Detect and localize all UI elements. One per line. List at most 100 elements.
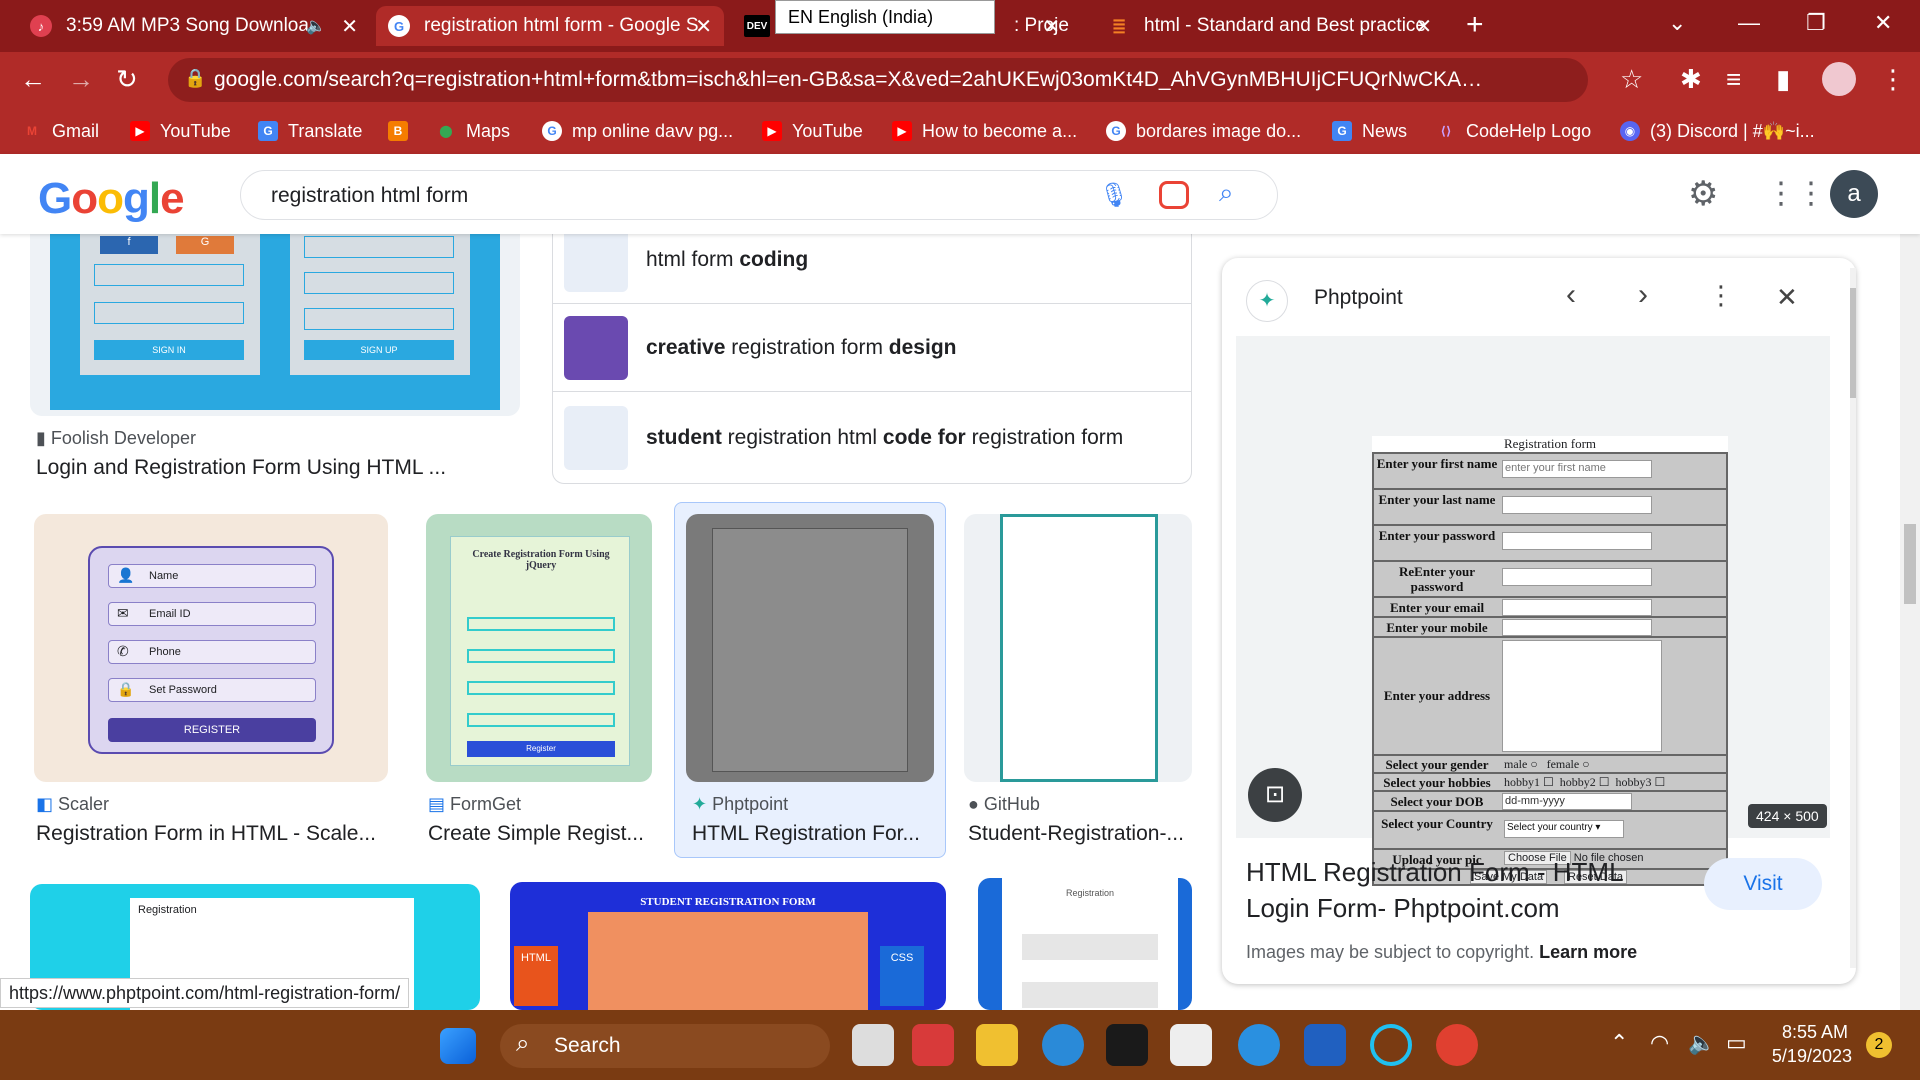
tab-search-icon[interactable]: ⌄ (1668, 10, 1686, 36)
extensions-icon[interactable]: ✱ (1680, 64, 1702, 95)
tab-mp3[interactable]: ♪ 3:59 AM MP3 Song Downloa 🔈 ✕ (18, 6, 370, 46)
result-formget[interactable]: Create Registration Form Using jQuery Re… (426, 514, 652, 782)
google-header: Google registration html form 🎙 ⌕ ⚙ ⋮⋮ a (0, 154, 1920, 234)
task-view-icon[interactable] (852, 1024, 894, 1066)
result-scaler[interactable]: 👤 Name ✉ Email ID ✆ Phone 🔒 Set Password REG… (34, 514, 388, 782)
google-logo[interactable]: Google (38, 174, 185, 224)
taskbar-search[interactable]: ⌕ Search (500, 1024, 830, 1068)
mic-icon[interactable]: 🎙 (1099, 181, 1129, 210)
bookmark-star-icon[interactable]: ☆ (1620, 64, 1643, 95)
learn-more-link[interactable]: Learn more (1539, 942, 1637, 962)
lens-icon[interactable]: ⊡ (1248, 768, 1302, 822)
result-card-registration-2[interactable]: Registration (978, 878, 1192, 1010)
bookmark-news[interactable]: G News (1332, 108, 1407, 154)
bookmark-translate[interactable]: G Translate (258, 108, 362, 154)
stackoverflow-icon: ≣ (1111, 15, 1127, 36)
tab-stackoverflow[interactable]: ≣ html - Standard and Best practice ✕ (1096, 6, 1444, 46)
clock-date[interactable]: 5/19/2023 (1768, 1046, 1852, 1067)
windows-start-icon[interactable] (440, 1028, 476, 1064)
battery-icon[interactable]: ▭ (1726, 1030, 1747, 1056)
speaker-icon[interactable]: 🔈 (306, 16, 326, 36)
account-avatar[interactable]: a (1830, 170, 1878, 218)
suggestion-student-registration[interactable]: student registration html code for regis… (552, 394, 1192, 482)
bookmark-discord[interactable]: ◉ (3) Discord | #🙌~i... (1620, 108, 1815, 154)
result-phptpoint[interactable] (686, 514, 934, 782)
close-icon[interactable]: ✕ (1043, 14, 1060, 39)
close-window-icon[interactable]: ✕ (1874, 10, 1892, 36)
suggestion-text: student (646, 426, 722, 449)
bookmark-youtube-2[interactable]: ▶ YouTube (762, 108, 863, 154)
thumbnail (1000, 514, 1158, 782)
bookmark-bordares[interactable]: Gbordares image do... (1106, 108, 1301, 154)
result-title[interactable]: HTML Registration For... (692, 822, 932, 846)
result-card-student[interactable]: STUDENT REGISTRATION FORM HTML CSS (510, 882, 946, 1010)
chrome-icon[interactable] (1436, 1024, 1478, 1066)
panel-source[interactable]: Phptpoint (1314, 286, 1403, 310)
page-scrollbar[interactable] (1900, 160, 1920, 1010)
settings-gear-icon[interactable]: ⚙ (1688, 174, 1718, 214)
restore-icon[interactable]: ❐ (1806, 10, 1826, 36)
file-explorer-icon[interactable] (976, 1024, 1018, 1066)
address-bar[interactable]: 🔒 google.com/search?q=registration+html+… (168, 58, 1588, 102)
search-input[interactable]: registration html form 🎙 ⌕ (240, 170, 1278, 220)
clock-time[interactable]: 8:55 AM (1778, 1022, 1848, 1043)
facebook-button: f (100, 236, 158, 254)
next-icon[interactable]: › (1638, 278, 1648, 312)
thumbnail: 👤 Name ✉ Email ID ✆ Phone 🔒 Set Password REG… (88, 546, 334, 754)
close-icon[interactable]: ✕ (341, 14, 358, 39)
apps-grid-icon[interactable]: ⋮⋮ (1766, 176, 1826, 211)
close-icon[interactable]: ✕ (1415, 14, 1432, 39)
result-title[interactable]: Student-Registration-... (968, 822, 1194, 846)
forward-icon[interactable]: → (68, 64, 94, 95)
mcafee-icon[interactable] (912, 1024, 954, 1066)
previous-icon[interactable]: ‹ (1566, 278, 1576, 312)
bookmark-maps[interactable]: ⬤ Maps (436, 108, 510, 154)
result-title[interactable]: Create Simple Regist... (428, 822, 656, 846)
sign-up-button: SIGN UP (304, 340, 454, 360)
minimize-icon[interactable]: — (1738, 10, 1760, 36)
wifi-icon[interactable]: ◠ (1650, 1030, 1669, 1056)
help-icon[interactable] (1238, 1024, 1280, 1066)
password-field (1502, 532, 1652, 550)
search-icon: ⌕ (516, 1030, 530, 1057)
suggestion-creative-design[interactable]: creative registration form design (552, 304, 1192, 392)
result-github[interactable] (964, 514, 1192, 782)
profile-avatar[interactable] (1822, 62, 1856, 96)
more-options-icon[interactable]: ⋮ (1708, 280, 1734, 311)
bookmark-mp-online[interactable]: Gmp online davv pg... (542, 108, 733, 154)
close-icon[interactable]: ✕ (1776, 282, 1798, 313)
vpn-icon[interactable] (1304, 1024, 1346, 1066)
notification-badge[interactable]: 2 (1866, 1032, 1892, 1058)
media-icon[interactable]: ≡ (1726, 64, 1741, 95)
bookmark-blogger[interactable]: B (388, 108, 418, 154)
panel-title[interactable]: HTML Registration Form - HTML Login Form… (1246, 854, 1666, 926)
search-icon[interactable]: ⌕ (1219, 177, 1234, 209)
share-icon[interactable]: ⇪ (1584, 66, 1588, 91)
bookmark-codehelp[interactable]: ⟨⟩ CodeHelp Logo (1436, 108, 1592, 154)
camera-search-icon[interactable] (1159, 181, 1189, 209)
menu-icon[interactable]: ⋮ (1880, 64, 1906, 95)
sidepanel-icon[interactable]: ▮ (1776, 64, 1790, 95)
suggestion-text: code for (882, 426, 966, 449)
tab-google[interactable]: G registration html form - Google S ✕ (376, 6, 724, 46)
bookmark-gmail[interactable]: M Gmail (22, 108, 99, 154)
result-title[interactable]: Registration Form in HTML - Scale... (36, 822, 390, 846)
edge-icon[interactable] (1042, 1024, 1084, 1066)
bookmark-youtube[interactable]: ▶ YouTube (130, 108, 231, 154)
phone-icon: ✆ (117, 643, 129, 659)
reload-icon[interactable]: ↻ (116, 64, 138, 95)
store-icon[interactable] (1170, 1024, 1212, 1066)
form-caption: Registration form (1503, 436, 1597, 451)
volume-icon[interactable]: 🔈 (1688, 1030, 1715, 1056)
result-title[interactable]: Login and Registration Form Using HTML .… (36, 456, 516, 480)
bookmark-become[interactable]: ▶ How to become a... (892, 108, 1077, 154)
panel-scrollbar[interactable] (1850, 268, 1856, 968)
new-tab-button[interactable]: + (1466, 8, 1484, 42)
close-icon[interactable]: ✕ (695, 14, 712, 39)
visit-button[interactable]: Visit (1704, 858, 1822, 910)
intellij-icon[interactable] (1106, 1024, 1148, 1066)
repassword-field (1502, 568, 1652, 586)
back-icon[interactable]: ← (20, 64, 46, 95)
cortana-icon[interactable] (1370, 1024, 1412, 1066)
tray-chevron-icon[interactable]: ⌃ (1610, 1030, 1628, 1056)
